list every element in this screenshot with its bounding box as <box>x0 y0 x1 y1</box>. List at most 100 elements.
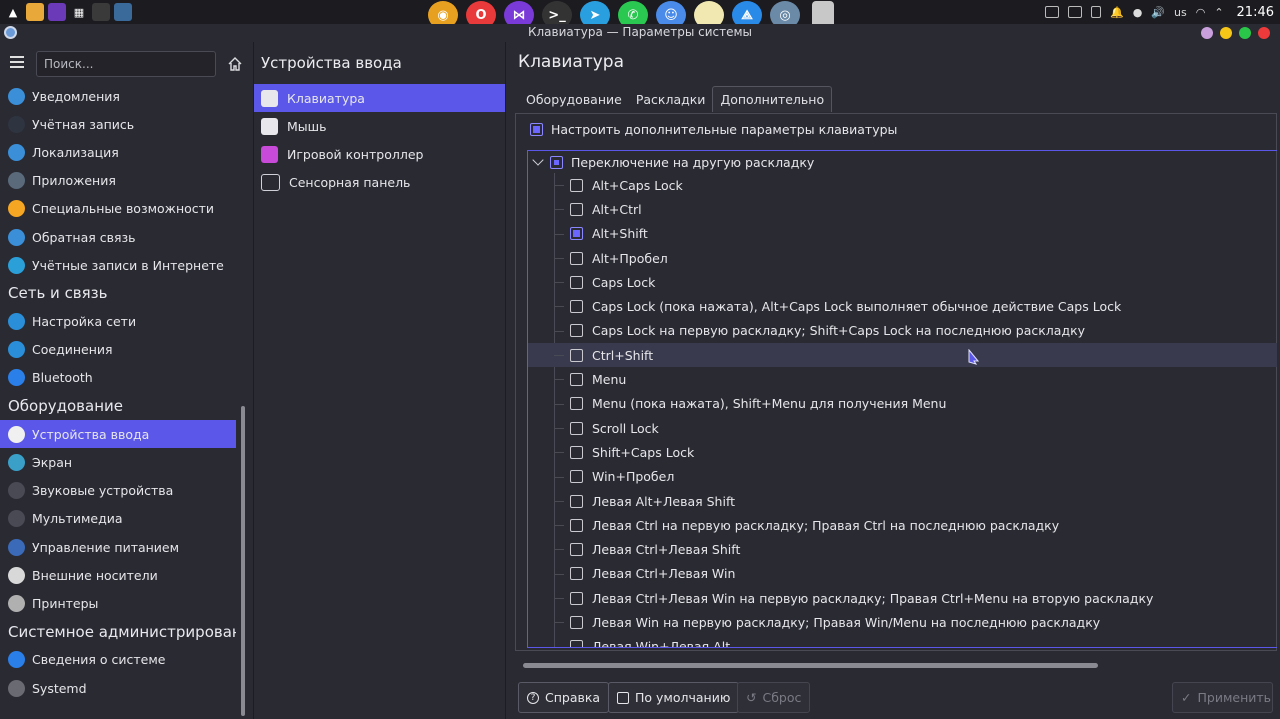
window-titlebar[interactable]: Клавиатура — Параметры системы <box>0 24 1280 42</box>
configure-advanced-checkbox[interactable] <box>530 123 543 136</box>
apply-button[interactable]: ✓ Применить <box>1172 682 1273 713</box>
reset-button[interactable]: ↺ Сброс <box>737 682 811 713</box>
option-row[interactable]: Левая Alt+Левая Shift <box>528 489 1277 513</box>
option-row[interactable]: Левая Ctrl на первую раскладку; Правая C… <box>528 513 1277 537</box>
option-row[interactable]: Alt+Caps Lock <box>528 173 1277 197</box>
sidebar-item[interactable]: Сведения о системе <box>0 646 236 674</box>
option-row[interactable]: Win+Пробел <box>528 465 1277 489</box>
sidebar-item[interactable]: Уведомления <box>0 82 236 110</box>
sidebar-item[interactable]: Экран <box>0 448 236 476</box>
option-row[interactable]: Ctrl+Shift <box>528 343 1277 368</box>
defaults-button[interactable]: По умолчанию <box>608 682 740 713</box>
maximize-button[interactable] <box>1239 27 1251 39</box>
subcategory-item[interactable]: Мышь <box>254 112 505 140</box>
sidebar-item[interactable]: Внешние носители <box>0 561 236 589</box>
record-tray-icon[interactable]: ● <box>1133 6 1143 19</box>
tab[interactable]: Раскладки <box>629 86 713 112</box>
trash-tray-icon[interactable] <box>1090 6 1101 18</box>
sidebar-item[interactable]: Соединения <box>0 336 236 364</box>
clipboard-tray-icon[interactable] <box>1067 6 1082 18</box>
chevron-down-icon[interactable] <box>532 154 544 166</box>
option-checkbox[interactable] <box>570 567 583 581</box>
keyboard-layout-indicator[interactable]: us <box>1174 6 1187 19</box>
tree-group-switch-layout[interactable]: Переключение на другую раскладку <box>528 151 1277 173</box>
option-checkbox[interactable] <box>570 615 583 629</box>
close-button[interactable] <box>1258 27 1270 39</box>
sidebar-item[interactable]: Локализация <box>0 138 236 166</box>
sidebar-item[interactable]: Systemd <box>0 674 236 702</box>
chevron-up-icon[interactable]: ⌃ <box>1214 6 1223 19</box>
menu-icon[interactable] <box>10 56 24 68</box>
grid-task-icon[interactable]: ▦ <box>70 3 88 21</box>
option-checkbox[interactable] <box>570 373 583 387</box>
sidebar-item[interactable]: Приложения <box>0 167 236 195</box>
horizontal-scrollbar[interactable] <box>523 663 1098 668</box>
subcategory-item[interactable]: Сенсорная панель <box>254 168 505 196</box>
home-icon[interactable] <box>227 56 243 72</box>
sidebar-item[interactable]: Bluetooth <box>0 364 236 392</box>
option-row[interactable]: Левая Win на первую раскладку; Правая Wi… <box>528 610 1277 634</box>
keyboard-tray-icon[interactable] <box>1044 6 1059 18</box>
sidebar-item[interactable]: Принтеры <box>0 589 236 617</box>
option-row[interactable]: Левая Ctrl+Левая Win <box>528 562 1277 586</box>
clock[interactable]: 21:46 <box>1237 5 1274 20</box>
configure-advanced-row[interactable]: Настроить дополнительные параметры клави… <box>530 122 897 137</box>
option-checkbox[interactable] <box>570 494 583 508</box>
option-checkbox[interactable] <box>570 275 583 289</box>
option-row[interactable]: Caps Lock <box>528 270 1277 294</box>
option-row[interactable]: Menu <box>528 367 1277 391</box>
option-checkbox[interactable] <box>570 324 583 338</box>
sidebar-item[interactable]: Настройка сети <box>0 308 236 336</box>
sidebar-item[interactable]: Управление питанием <box>0 533 236 561</box>
option-checkbox[interactable] <box>570 591 583 605</box>
volume-tray-icon[interactable]: 🔊 <box>1151 6 1165 19</box>
sidebar-item[interactable]: Звуковые устройства <box>0 477 236 505</box>
option-row[interactable]: Menu (пока нажата), Shift+Menu для получ… <box>528 392 1277 416</box>
option-checkbox[interactable] <box>570 470 583 484</box>
option-row[interactable]: Левая Ctrl+Левая Shift <box>528 537 1277 561</box>
chrome-task-icon[interactable] <box>26 3 44 21</box>
sidebar-item[interactable]: Учётная запись <box>0 110 236 138</box>
option-checkbox[interactable] <box>570 445 583 459</box>
option-checkbox[interactable] <box>570 300 583 314</box>
option-checkbox[interactable] <box>570 227 583 241</box>
option-row[interactable]: Левая Ctrl+Левая Win на первую раскладку… <box>528 586 1277 610</box>
subcategory-item[interactable]: Игровой контроллер <box>254 140 505 168</box>
option-checkbox[interactable] <box>570 640 583 647</box>
wifi-tray-icon[interactable]: ◠ <box>1196 6 1206 19</box>
option-checkbox[interactable] <box>570 397 583 411</box>
notifications-tray-icon[interactable]: 🔔 <box>1110 6 1124 19</box>
option-row[interactable]: Alt+Ctrl <box>528 197 1277 221</box>
pin-window-button[interactable] <box>1201 27 1213 39</box>
group-checkbox[interactable] <box>550 155 563 169</box>
help-button[interactable]: ? Справка <box>518 682 610 713</box>
terminal-task-icon[interactable] <box>92 3 110 21</box>
settings-task-icon[interactable] <box>114 3 132 21</box>
vscode-task-icon[interactable] <box>48 3 66 21</box>
option-row[interactable]: Левая Win+Левая Alt <box>528 635 1277 647</box>
option-row[interactable]: Shift+Caps Lock <box>528 440 1277 464</box>
option-checkbox[interactable] <box>570 421 583 435</box>
minimize-button[interactable] <box>1220 27 1232 39</box>
option-checkbox[interactable] <box>570 202 583 216</box>
launcher-icon[interactable]: ▲ <box>4 3 22 21</box>
sidebar-item[interactable]: Мультимедиа <box>0 505 236 533</box>
option-row[interactable]: Caps Lock на первую раскладку; Shift+Cap… <box>528 319 1277 343</box>
option-checkbox[interactable] <box>570 348 583 362</box>
sidebar-item[interactable]: Специальные возможности <box>0 195 236 223</box>
option-row[interactable]: Alt+Пробел <box>528 246 1277 270</box>
sidebar-item[interactable]: Обратная связь <box>0 223 236 251</box>
sidebar-scrollbar[interactable] <box>241 406 245 716</box>
option-row[interactable]: Caps Lock (пока нажата), Alt+Caps Lock в… <box>528 294 1277 318</box>
subcategory-item[interactable]: Клавиатура <box>254 84 505 112</box>
tab[interactable]: Дополнительно <box>712 86 833 112</box>
sidebar-item[interactable]: Учётные записи в Интернете <box>0 251 236 279</box>
tab[interactable]: Оборудование <box>519 86 629 112</box>
search-input[interactable] <box>36 51 216 77</box>
option-row[interactable]: Alt+Shift <box>528 222 1277 246</box>
option-checkbox[interactable] <box>570 178 583 192</box>
option-row[interactable]: Scroll Lock <box>528 416 1277 440</box>
option-checkbox[interactable] <box>570 251 583 265</box>
option-checkbox[interactable] <box>570 543 583 557</box>
sidebar-item[interactable]: Устройства ввода <box>0 420 236 449</box>
